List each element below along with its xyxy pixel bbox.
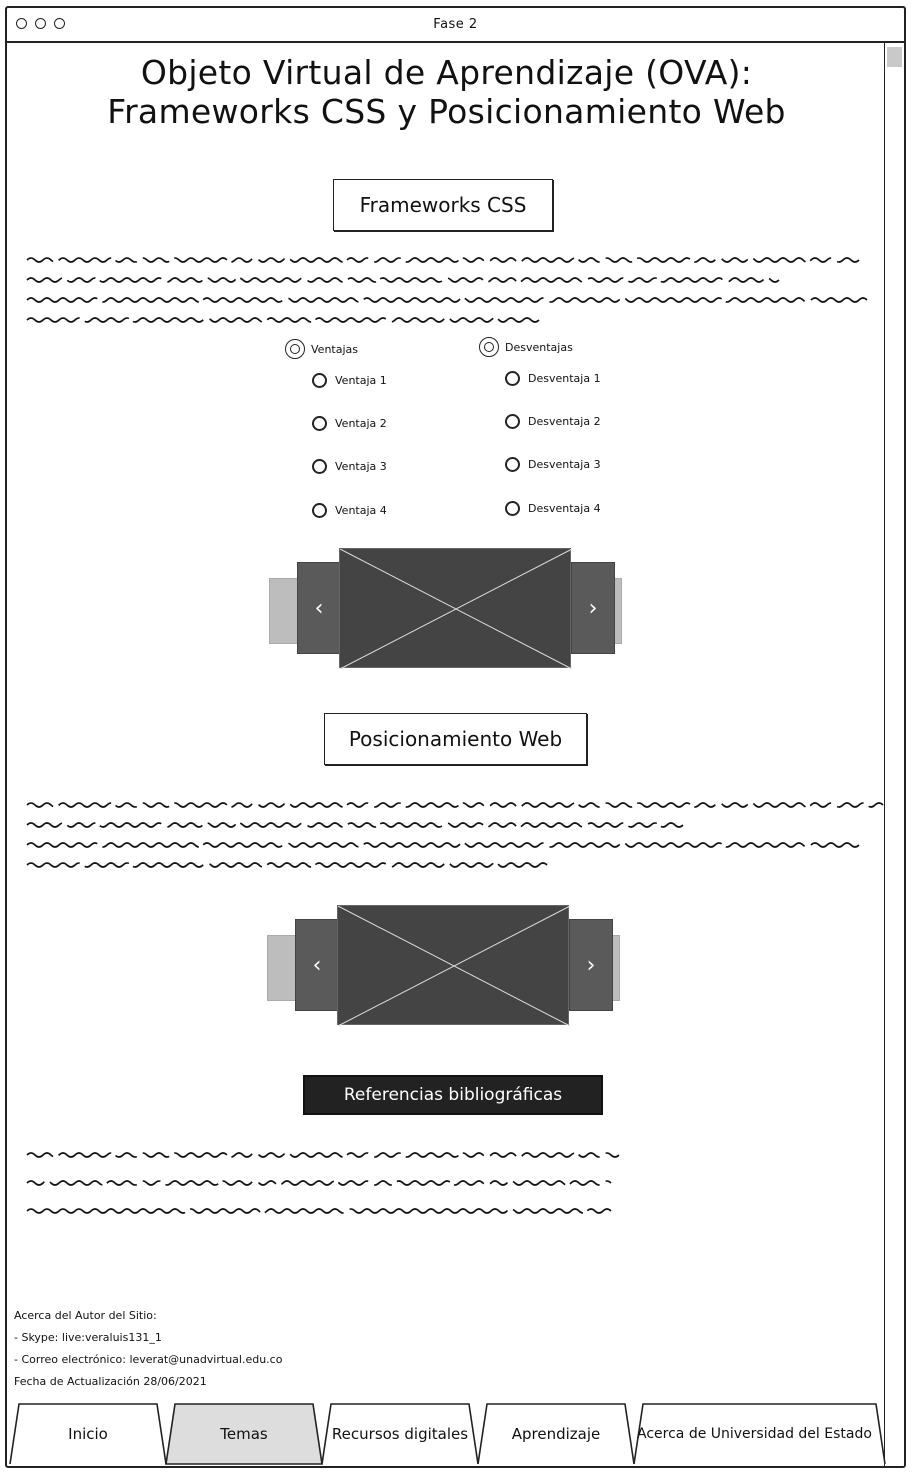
radio-button[interactable] <box>505 457 520 472</box>
references-placeholder <box>25 1141 685 1225</box>
tab-label: Recursos digitales <box>331 1425 469 1443</box>
chevron-right-icon: › <box>588 595 598 621</box>
radio-desventajas[interactable] <box>479 337 499 357</box>
radio-item-ventaja-4[interactable]: Ventaja 4 <box>312 503 387 518</box>
chevron-right-icon: › <box>586 952 596 978</box>
radio-label: Desventaja 4 <box>528 502 601 515</box>
radio-item-ventaja-2[interactable]: Ventaja 2 <box>312 416 387 431</box>
radio-button[interactable] <box>312 416 327 431</box>
page-title-line-2: Frameworks CSS y Posicionamiento Web <box>107 92 786 131</box>
tab-label: Aprendizaje <box>511 1425 601 1443</box>
carousel-prev-button[interactable]: ‹ <box>297 562 341 654</box>
tab-label: Temas <box>220 1425 268 1443</box>
section-heading-frameworks: Frameworks CSS <box>333 179 553 231</box>
paragraph-placeholder-frameworks <box>25 248 885 332</box>
radio-group-desventajas[interactable]: Desventajas <box>479 337 573 357</box>
carousel-frameworks: ‹ › <box>269 548 625 669</box>
scribble-text <box>26 257 868 323</box>
radio-button[interactable] <box>312 373 327 388</box>
image-placeholder-icon <box>338 906 570 1026</box>
radio-group-ventajas[interactable]: Ventajas <box>285 339 358 359</box>
radio-label: Desventaja 3 <box>528 458 601 471</box>
radio-item-desventaja-4[interactable]: Desventaja 4 <box>505 501 601 516</box>
footer-email: - Correo electrónico: leverat@unadvirtua… <box>14 1353 283 1366</box>
radio-label: Ventaja 3 <box>335 460 387 473</box>
vertical-scrollbar[interactable] <box>884 43 904 1466</box>
tab-acerca-universidad[interactable]: Acerca de Universidad del Estado <box>633 1403 886 1465</box>
carousel-prev-button[interactable]: ‹ <box>295 919 339 1011</box>
footer-heading: Acerca del Autor del Sitio: <box>14 1309 157 1322</box>
scribble-text <box>26 1152 620 1214</box>
carousel-image-placeholder <box>339 548 572 669</box>
radio-item-ventaja-1[interactable]: Ventaja 1 <box>312 373 387 388</box>
tab-recursos-digitales[interactable]: Recursos digitales <box>321 1403 479 1465</box>
radio-ventajas-label: Ventajas <box>311 342 358 356</box>
footer-author-info: Acerca del Autor del Sitio: - Skype: liv… <box>14 1305 282 1393</box>
radio-item-desventaja-3[interactable]: Desventaja 3 <box>505 457 601 472</box>
window-minimize-dot[interactable] <box>35 18 46 29</box>
radio-label: Desventaja 2 <box>528 415 601 428</box>
radio-button[interactable] <box>312 459 327 474</box>
radio-button[interactable] <box>505 501 520 516</box>
scrollbar-thumb[interactable] <box>887 47 902 67</box>
section-heading-posicionamiento: Posicionamiento Web <box>324 713 587 765</box>
scribble-text <box>26 802 884 868</box>
references-button[interactable]: Referencias bibliográficas <box>303 1075 603 1115</box>
footer-updated-date: Fecha de Actualización 28/06/2021 <box>14 1375 207 1388</box>
carousel-posicionamiento: ‹ › <box>267 905 623 1026</box>
radio-desventajas-label: Desventajas <box>505 340 573 354</box>
radio-button[interactable] <box>312 503 327 518</box>
page-title: Objeto Virtual de Aprendizaje (OVA): Fra… <box>7 53 886 131</box>
chevron-left-icon: ‹ <box>314 595 324 621</box>
tab-label: Inicio <box>68 1425 108 1443</box>
image-placeholder-icon <box>340 549 572 669</box>
carousel-image-placeholder <box>337 905 570 1026</box>
tab-temas[interactable]: Temas <box>165 1403 323 1465</box>
page-content: Objeto Virtual de Aprendizaje (OVA): Fra… <box>7 43 886 1466</box>
radio-label: Ventaja 2 <box>335 417 387 430</box>
bottom-tab-bar: Inicio Temas Recursos digitales Aprendiz… <box>7 1403 886 1466</box>
browser-window: Fase 2 Objeto Virtual de Aprendizaje (OV… <box>5 6 906 1468</box>
radio-ventajas[interactable] <box>285 339 305 359</box>
paragraph-placeholder-posicionamiento <box>25 793 885 877</box>
footer-skype: - Skype: live:veraluis131_1 <box>14 1331 162 1344</box>
tab-inicio[interactable]: Inicio <box>9 1403 167 1465</box>
carousel-next-button[interactable]: › <box>571 562 615 654</box>
title-bar: Fase 2 <box>7 8 904 43</box>
radio-label: Desventaja 1 <box>528 372 601 385</box>
window-close-dot[interactable] <box>16 18 27 29</box>
window-title: Fase 2 <box>433 17 478 32</box>
radio-item-desventaja-2[interactable]: Desventaja 2 <box>505 414 601 429</box>
tab-label: Acerca de Universidad del Estado <box>637 1426 872 1442</box>
radio-button[interactable] <box>505 414 520 429</box>
radio-item-desventaja-1[interactable]: Desventaja 1 <box>505 371 601 386</box>
chevron-left-icon: ‹ <box>312 952 322 978</box>
radio-button[interactable] <box>505 371 520 386</box>
radio-item-ventaja-3[interactable]: Ventaja 3 <box>312 459 387 474</box>
window-controls <box>16 18 65 29</box>
radio-label: Ventaja 4 <box>335 504 387 517</box>
window-maximize-dot[interactable] <box>54 18 65 29</box>
carousel-next-button[interactable]: › <box>569 919 613 1011</box>
radio-label: Ventaja 1 <box>335 374 387 387</box>
tab-aprendizaje[interactable]: Aprendizaje <box>477 1403 635 1465</box>
page-title-line-1: Objeto Virtual de Aprendizaje (OVA): <box>140 53 753 92</box>
